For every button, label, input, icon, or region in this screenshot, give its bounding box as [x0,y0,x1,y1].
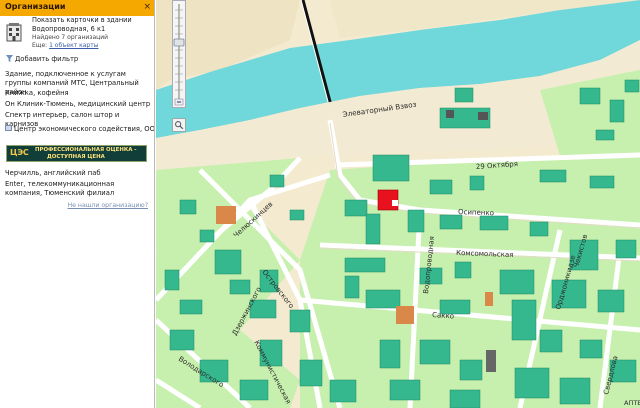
banner-line2: ДОСТУПНАЯ ЦЕНА [47,154,105,160]
orange-building-3 [485,292,493,306]
building-address: Водопроводная, 6 к1 [32,25,106,33]
org-item-onclinic[interactable]: Он Клиник-Тюмень, медицинский центр [5,100,153,109]
org-item-ces[interactable]: Центр экономического содействия, ООО [5,125,155,134]
found-count: Найдено 7 организаций [32,34,109,41]
dark-building [486,350,496,372]
zoom-slider[interactable] [172,0,186,108]
orange-building-1 [216,206,236,224]
more-prefix: Еще: [32,42,50,49]
building-icon [6,23,22,42]
add-filter-button[interactable]: Добавить фильтр [6,55,78,63]
edge-label: АПТЕ [624,399,640,407]
zoom-magnifier-icon[interactable] [172,118,186,132]
selected-marker-icon [392,200,398,206]
map-canvas[interactable]: Элеваторный Взвоз 29 Октября Осипенко Ко… [156,0,640,408]
building-card[interactable]: Показать карточки в здании Водопроводная… [4,16,150,52]
close-icon[interactable]: × [143,2,151,12]
panel-title: Организации [5,2,66,11]
street-osipenko: Осипенко [458,208,494,217]
filter-icon [6,55,13,62]
banner-line1: ПРОФЕССИОНАЛЬНАЯ ОЦЕНКА - [35,147,137,153]
panel-header: Организации × [0,0,154,16]
not-found-link[interactable]: Не нашли организацию? [68,202,149,209]
street-sakko: Сакко [432,311,454,321]
organizations-panel: Организации × Показать карточки в здании… [0,0,155,408]
org-ad-icon [5,125,12,131]
zoom-thumb [173,38,185,47]
elevator-structure-1 [446,110,454,118]
orange-building-2 [396,306,414,324]
banner-logo: ЦЭС [10,148,29,157]
add-filter-label: Добавить фильтр [15,55,79,63]
more-objects: Еще: 1 объект карты [32,42,98,49]
org-item-enter[interactable]: Enter, телекоммуникационная компания, Тю… [5,180,153,198]
ad-banner[interactable]: ЦЭС ПРОФЕССИОНАЛЬНАЯ ОЦЕНКА - ДОСТУПНАЯ … [6,145,147,162]
map-object-link[interactable]: 1 объект карты [49,42,98,49]
org-item-churchill[interactable]: Черчилль, английский паб [5,169,153,178]
show-cards-link[interactable]: Показать карточки в здании [32,16,132,24]
elevator-structure-2 [478,112,488,120]
org-item-knizhka[interactable]: Книжка, кофейня [5,89,153,98]
org-item-ces-label: Центр экономического содействия, ООО [14,125,155,133]
